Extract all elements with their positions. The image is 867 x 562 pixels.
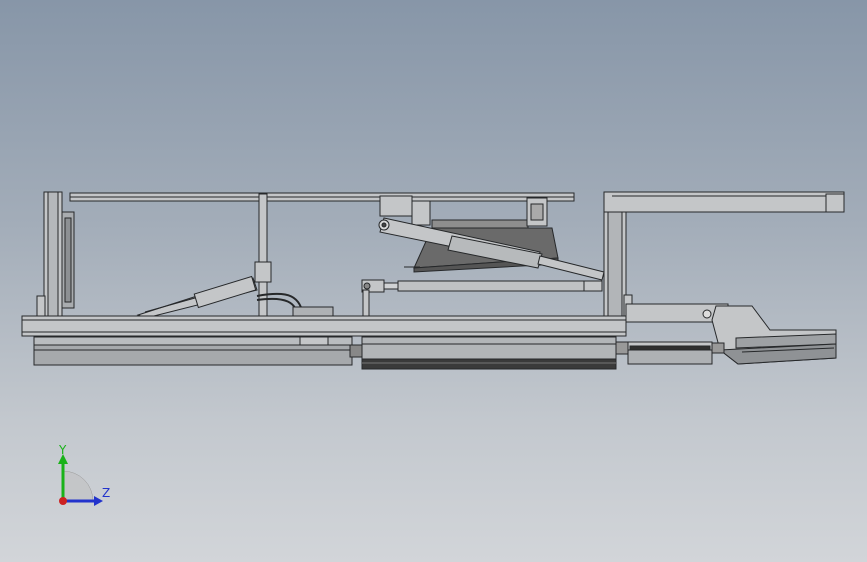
y-axis-label: Y: [58, 443, 67, 457]
lower-rail-center-dark: [361, 358, 617, 370]
top-mount-left: [379, 195, 413, 217]
assembly-model[interactable]: [0, 0, 867, 562]
left-side-plate-inner: [64, 217, 72, 303]
left-actuator-housing: [193, 275, 257, 309]
rail-connector: [349, 344, 363, 358]
center-post-bracket: [254, 261, 272, 283]
base-beam: [21, 315, 627, 337]
horizontal-actuator-body: [397, 280, 587, 292]
graphics-viewport[interactable]: Y Z: [0, 0, 867, 562]
z-axis-label: Z: [102, 486, 110, 500]
x-axis-dot: [59, 497, 67, 505]
lower-rail-center: [361, 336, 617, 360]
top-mount-left-inner: [411, 200, 431, 226]
rail-joint: [299, 336, 329, 346]
right-upper-bar: [603, 191, 845, 213]
right-lower-rail-dark: [629, 345, 711, 351]
triad-quarter-disc: [62, 470, 94, 502]
actuator-support: [362, 289, 370, 319]
coordinate-triad: Y Z: [58, 443, 110, 506]
left-bracket: [36, 295, 46, 317]
funnel-top-plate: [431, 219, 529, 229]
horizontal-actuator-end: [583, 280, 603, 292]
top-mount-right-inner: [530, 203, 544, 221]
main-actuator-rod: [537, 255, 605, 281]
left-frame-post-inner: [47, 191, 59, 319]
lower-rail-left-2: [33, 344, 353, 366]
scoop-hinge: [711, 342, 725, 354]
right-upper-bar-end: [825, 193, 845, 213]
right-frame-post-inner: [607, 211, 623, 319]
